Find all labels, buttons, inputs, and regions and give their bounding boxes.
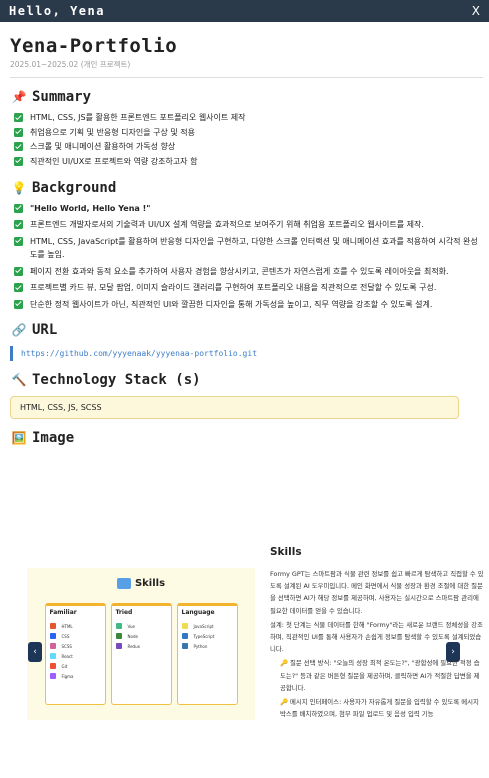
link-icon: 🔗: [11, 323, 27, 337]
skill-column-language: Language JavaScript TypeScript Python: [176, 603, 238, 705]
list-item: 취업용으로 기획 및 반응형 디자인을 구상 및 적용: [14, 126, 483, 140]
checkbox-icon: [14, 236, 23, 246]
close-button[interactable]: X: [472, 4, 480, 18]
description-paragraph: 설계: 첫 단계는 식물 데이터를 한해 "Formy"라는 새로운 브랜드 정…: [270, 620, 483, 654]
window-title: Hello, Yena: [9, 4, 105, 18]
project-title: Yena-Portfolio: [10, 35, 178, 57]
checkbox-icon: [14, 220, 23, 229]
lightbulb-icon: 💡: [11, 180, 27, 195]
list-item: 페이지 전환 효과와 동적 요소를 추가하여 사용자 경험을 향상시키고, 콘텐…: [14, 265, 483, 279]
url-heading-text: URL: [32, 322, 58, 338]
list-item: HTML: [49, 621, 101, 631]
project-period: 2025.01~2025.02 (개인 프로젝트): [10, 60, 131, 69]
list-item: Redux: [115, 641, 167, 651]
slide-description-title: Skills: [270, 546, 302, 558]
checkbox-icon: [14, 266, 23, 276]
scss-icon: [49, 643, 56, 649]
pushpin-icon: 📌: [11, 90, 27, 104]
checkbox-icon: [14, 113, 23, 122]
checkbox-icon: [14, 142, 23, 151]
github-link[interactable]: https://github.com/yyyenaak/yyyenaa-port…: [10, 346, 483, 361]
slide-image: Skills Familiar HTML CSS SCSS React Git …: [27, 568, 255, 720]
list-item: HTML, CSS, JS를 활용한 프론트엔드 포트폴리오 웹사이트 제작: [14, 111, 483, 125]
description-paragraph: Formy GPT는 스마트팜과 식물 관련 정보를 쉽고 빠르게 탐색하고 직…: [270, 570, 484, 615]
skill-column-tried: Tried Vue Node Redux: [110, 603, 172, 705]
tech-stack-value: HTML, CSS, JS, SCSS: [20, 403, 102, 412]
description-tip: 🔑 메시지 인터페이스: 사용자가 자유롭게 질문을 입력할 수 있도록 메시지…: [280, 698, 479, 719]
checkbox-icon: [14, 283, 23, 292]
list-item: Git: [49, 661, 101, 671]
figma-icon: [49, 673, 56, 679]
checkbox-icon: [14, 203, 23, 213]
node-icon: [115, 633, 122, 639]
list-item: 스크롤 및 애니메이션 활용하여 가독성 향상: [14, 140, 483, 154]
vue-icon: [115, 623, 122, 629]
list-item: Python: [181, 641, 233, 651]
description-tip: 🔑 질문 선택 방식: "오늘의 성장 최적 온도는?", "광합성에 필요한 …: [280, 659, 480, 692]
list-item: JavaScript: [181, 621, 233, 631]
tech-heading: 🔨 Technology Stack (s): [10, 370, 483, 390]
html-icon: [49, 623, 56, 629]
list-item: 직관적인 UI/UX로 프로젝트와 역량 강조하고자 함: [14, 155, 483, 169]
checkbox-icon: [14, 299, 23, 309]
summary-heading: 📌 Summary: [10, 87, 483, 107]
tech-stack-box: HTML, CSS, JS, SCSS: [10, 396, 459, 419]
skill-columns: Familiar HTML CSS SCSS React Git Figma T…: [27, 603, 255, 705]
css-icon: [49, 633, 56, 639]
project-detail: Yena-Portfolio 2025.01~2025.02 (개인 프로젝트)…: [10, 22, 484, 720]
list-item: CSS: [49, 631, 101, 641]
title-divider: [10, 77, 483, 78]
tech-heading-text: Technology Stack (s): [32, 372, 201, 388]
list-item: Node: [115, 631, 167, 641]
list-item: TypeScript: [181, 631, 233, 641]
skill-column-familiar: Familiar HTML CSS SCSS React Git Figma: [44, 603, 106, 705]
git-icon: [49, 663, 56, 669]
background-list: "Hello World, Hello Yena !" 프론트엔드 개발자로서의…: [10, 202, 483, 312]
hammer-icon: 🔨: [11, 373, 27, 387]
list-item: 프로젝트별 카드 뷰, 모달 팝업, 이미지 슬라이드 갤러리를 구현하여 포트…: [14, 281, 483, 295]
key-icon: 🔑: [280, 698, 290, 707]
image-heading-text: Image: [32, 430, 75, 446]
redux-icon: [115, 643, 122, 649]
background-heading: 💡 Background: [10, 178, 483, 198]
react-icon: [49, 653, 56, 659]
summary-list: HTML, CSS, JS를 활용한 프론트엔드 포트폴리오 웹사이트 제작 취…: [10, 111, 483, 169]
slide-description: Skills Formy GPT는 스마트팜과 식물 관련 정보를 쉽고 빠르게…: [270, 538, 485, 722]
list-item: 단순한 정적 웹사이트가 아닌, 직관적인 UI와 깔끔한 디자인을 통해 가독…: [14, 298, 483, 312]
picture-icon: 🖼️: [11, 431, 27, 445]
image-gallery: Skills Familiar HTML CSS SCSS React Git …: [10, 538, 485, 778]
list-item: HTML, CSS, JavaScript를 활용하여 반응형 디자인을 구현하…: [14, 235, 483, 262]
list-item: React: [49, 651, 101, 661]
typescript-icon: [181, 633, 188, 639]
prev-slide-button[interactable]: ‹: [28, 642, 42, 662]
python-icon: [181, 643, 188, 649]
preview-title: Skills: [27, 578, 255, 589]
window-titlebar: Hello, Yena X: [0, 0, 489, 22]
list-item: SCSS: [49, 641, 101, 651]
checkbox-icon: [14, 156, 23, 166]
list-item: Vue: [115, 621, 167, 631]
url-heading: 🔗 URL: [10, 320, 483, 340]
list-item: 프론트엔드 개발자로서의 기술력과 UI/UX 설계 역량을 효과적으로 보여주…: [14, 218, 483, 232]
javascript-icon: [181, 623, 188, 629]
skills-icon: [116, 578, 131, 589]
list-item: "Hello World, Hello Yena !": [14, 202, 483, 216]
key-icon: 🔑: [280, 659, 290, 668]
checkbox-icon: [14, 127, 23, 137]
background-heading-text: Background: [32, 179, 117, 196]
summary-heading-text: Summary: [32, 89, 92, 105]
list-item: Figma: [49, 671, 101, 681]
image-heading: 🖼️ Image: [10, 428, 483, 448]
